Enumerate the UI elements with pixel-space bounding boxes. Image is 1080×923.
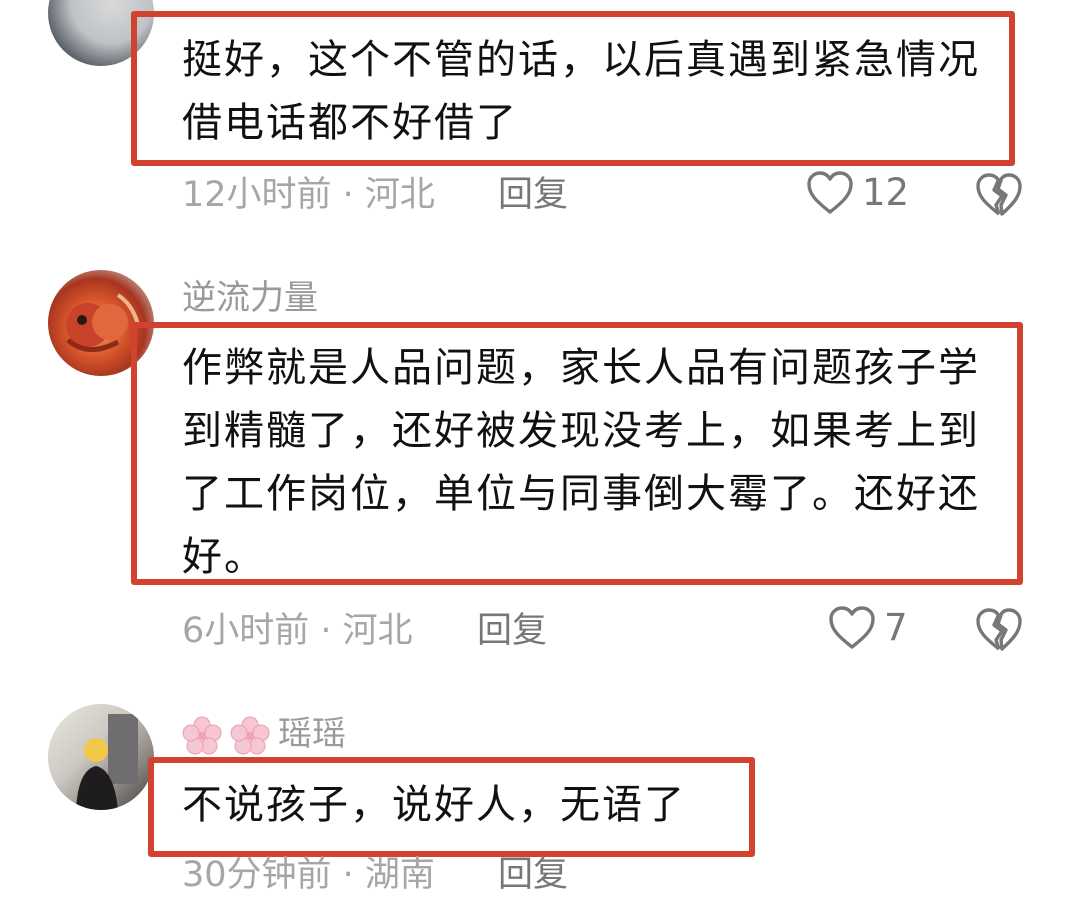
username[interactable]: 逆流力量 <box>182 278 318 318</box>
comment-text: 不说孩子，说好人，无语了 <box>182 782 686 828</box>
like-count: 12 <box>862 171 910 214</box>
comment-text: 作弊就是人品问题，家长人品有问题孩子学到精髓了，还好被发现没考上，如果考上到了工… <box>182 345 980 580</box>
comment-text: 挺好，这个不管的话，以后真遇到紧急情况借电话都不好借了 <box>182 37 980 146</box>
reply-button[interactable]: 回复 <box>498 853 568 897</box>
like-button[interactable]: 12 <box>806 170 909 216</box>
heart-outline-icon <box>829 606 875 649</box>
dislike-button[interactable] <box>975 172 1023 222</box>
comment-meta: 12小时前 · 河北 <box>182 175 435 215</box>
like-button[interactable]: 7 <box>828 605 908 651</box>
broken-heart-icon <box>976 608 1022 651</box>
cherry-blossom-icon <box>182 716 222 754</box>
avatar[interactable] <box>48 704 154 810</box>
username[interactable]: 瑶瑶 <box>182 714 346 756</box>
comment-meta: 6小时前 · 河北 <box>182 611 413 651</box>
cherry-blossom-icon <box>230 716 270 754</box>
comment-meta: 30分钟前 · 湖南 <box>182 855 435 895</box>
like-count: 7 <box>884 606 908 649</box>
reply-button[interactable]: 回复 <box>498 173 568 217</box>
reply-button[interactable]: 回复 <box>477 609 547 653</box>
person-avatar-image <box>76 714 138 810</box>
dislike-button[interactable] <box>975 607 1023 657</box>
broken-heart-icon <box>976 173 1022 216</box>
username-label: 瑶瑶 <box>278 714 346 754</box>
heart-outline-icon <box>807 171 853 214</box>
